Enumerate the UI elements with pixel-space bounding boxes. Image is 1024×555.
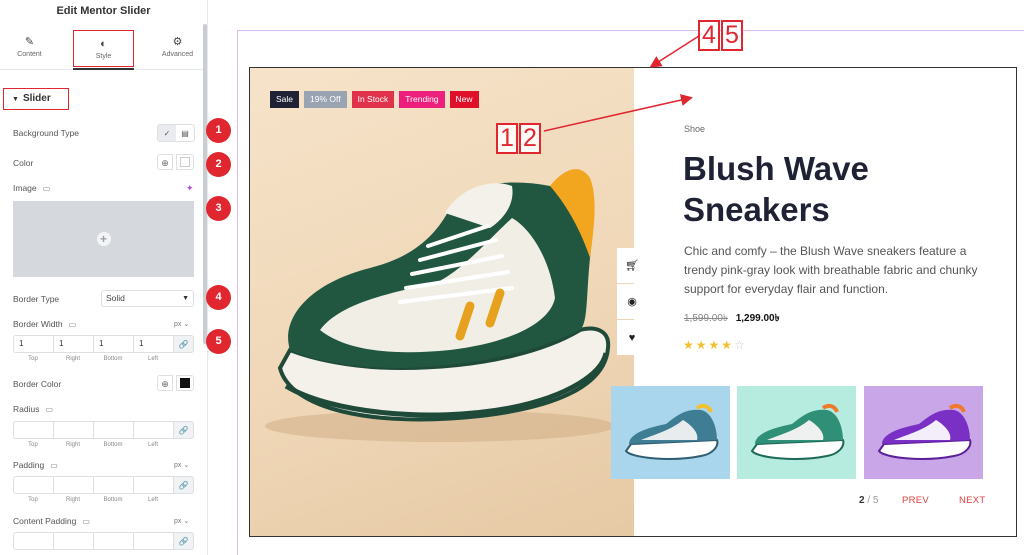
callout-4: 4 xyxy=(698,20,720,51)
editor-app: Edit Mentor Slider ✎ Content ◐ Style ⚙ A… xyxy=(0,0,1024,555)
callout-1: 1 xyxy=(496,123,518,154)
annotation-arrows xyxy=(543,33,703,132)
callout-5: 5 xyxy=(721,20,743,51)
callout-2: 2 xyxy=(519,123,541,154)
